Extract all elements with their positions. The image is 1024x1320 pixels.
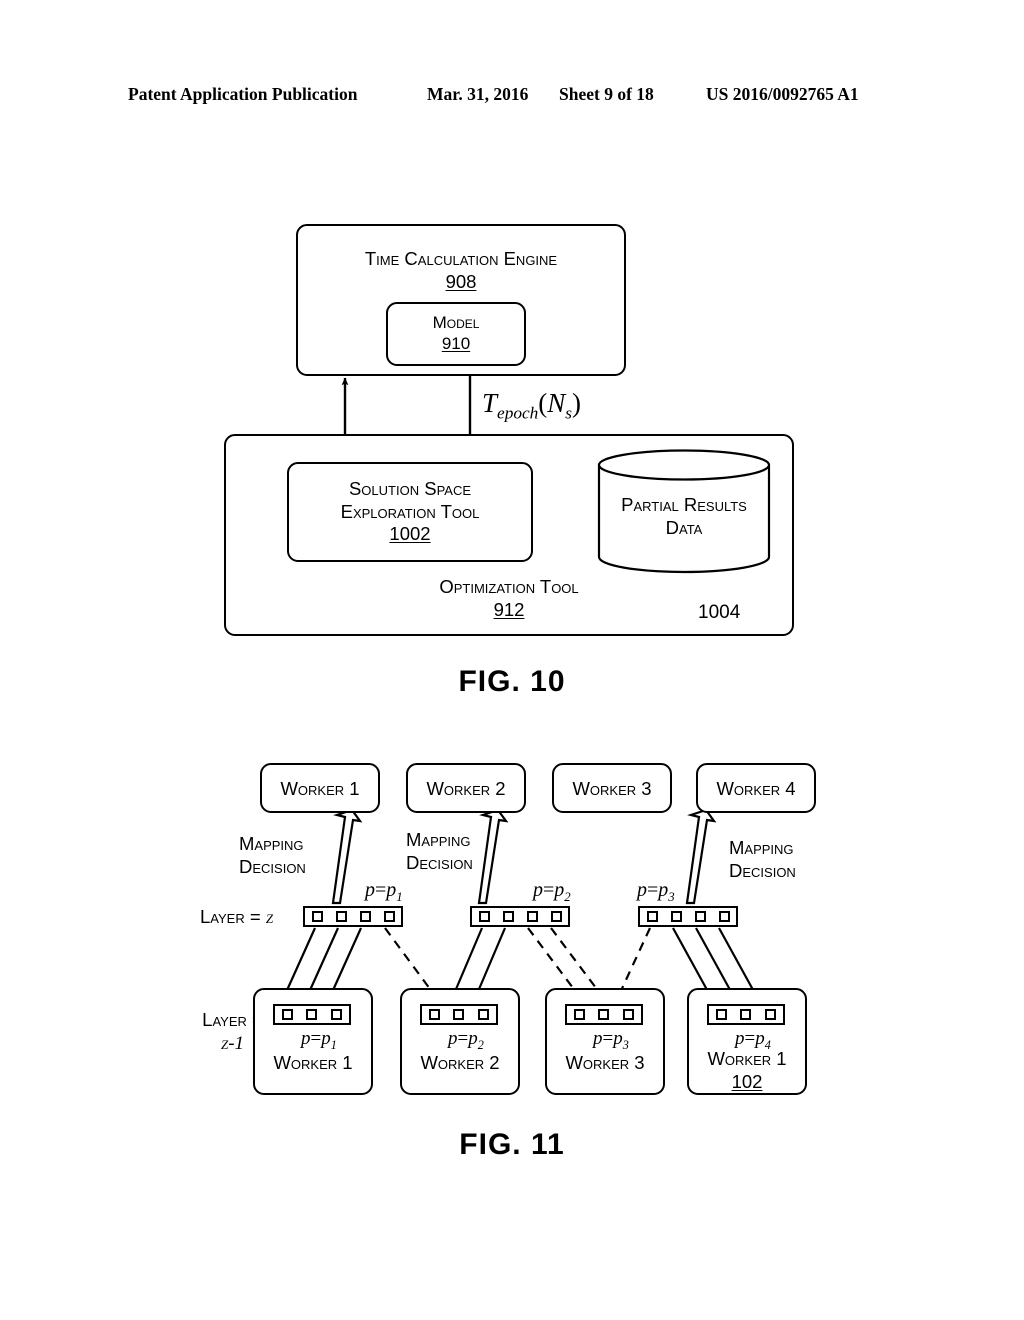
p-label-zm1-1: p=p1 [301, 1028, 337, 1052]
figure-11-caption: FIG. 11 [459, 1128, 565, 1161]
p-label-zm1-1-sub: 1 [330, 1037, 337, 1052]
layer-z-register-cell[interactable] [478, 911, 490, 922]
bottom-worker-register-cell[interactable] [281, 1009, 293, 1020]
p-label-zm1-2-sub: 2 [477, 1037, 484, 1052]
bottom-worker-register-bar-2[interactable] [420, 1004, 498, 1025]
bottom-worker-register-cell[interactable] [765, 1009, 777, 1020]
bottom-worker-register-cell[interactable] [740, 1009, 752, 1020]
bottom-worker-register-cell[interactable] [598, 1009, 610, 1020]
p-label-z-3-var: p [658, 879, 669, 901]
bottom-worker-ref-102: 102 [731, 1070, 763, 1092]
layer-z-register-cell[interactable] [359, 911, 371, 922]
layer-z-label-prefix: Layer = [200, 906, 261, 927]
bottom-worker-box-1[interactable]: p=p1 Worker 1 [253, 988, 373, 1095]
bottom-worker-label-4-text: Worker 1 [707, 1048, 787, 1069]
mapping-decision-label-2-line2: Decision [406, 852, 473, 874]
bottom-worker-register-cell[interactable] [453, 1009, 465, 1020]
layer-z-register-cell[interactable] [311, 911, 323, 922]
bottom-worker-register-cell[interactable] [428, 1009, 440, 1020]
layer-z-register-cell[interactable] [718, 911, 730, 922]
figure-11: Worker 1 Worker 2 Worker 3 Worker 4 Mapp… [0, 0, 1024, 1320]
p-label-z-1-base: p [365, 879, 375, 901]
bottom-worker-label-1: Worker 1 [273, 1052, 353, 1073]
bottom-worker-label-2: Worker 2 [420, 1052, 500, 1073]
mapping-decision-label-1: Mapping Decision [239, 832, 306, 878]
p-label-z-3-eq: = [647, 879, 659, 901]
bottom-worker-register-bar-3[interactable] [565, 1004, 643, 1025]
p-label-z-3-sub: 3 [668, 890, 675, 904]
layer-z-minus-1-label-value: z-1 [220, 1033, 245, 1055]
p-label-z-1-var: p [386, 879, 397, 901]
top-worker-box-2[interactable]: Worker 2 [406, 763, 526, 813]
layer-z-register-cell[interactable] [383, 911, 395, 922]
top-worker-box-4[interactable]: Worker 4 [696, 763, 816, 813]
p-label-z-3: p=p3 [637, 879, 675, 905]
mapping-decision-arrow-2 [477, 808, 509, 905]
top-worker-label-4: Worker 4 [716, 778, 796, 799]
mapping-decision-label-2-line1: Mapping [406, 829, 471, 850]
figure-11-connectors [277, 808, 764, 1009]
layer-z-register-cell[interactable] [550, 911, 562, 922]
p-label-z-1-sub: 1 [396, 890, 403, 904]
bottom-worker-register-bar-1[interactable] [273, 1004, 351, 1025]
layer-z-register-cell[interactable] [670, 911, 682, 922]
p-label-z-2-eq: = [543, 879, 555, 901]
layer-z-register-cell[interactable] [502, 911, 514, 922]
layer-z-register-cell[interactable] [335, 911, 347, 922]
p-label-z-3-base: p [637, 879, 647, 901]
layer-z-register-bar-3[interactable] [638, 906, 738, 927]
mapping-decision-label-1-line2: Decision [239, 856, 306, 878]
top-worker-box-3[interactable]: Worker 3 [552, 763, 672, 813]
layer-z-register-cell[interactable] [526, 911, 538, 922]
bottom-worker-register-cell[interactable] [715, 1009, 727, 1020]
mapping-decision-label-3: Mapping Decision [729, 836, 796, 882]
bottom-worker-box-2[interactable]: p=p2 Worker 2 [400, 988, 520, 1095]
p-label-z-2-var: p [554, 879, 565, 901]
layer-z-register-cell[interactable] [694, 911, 706, 922]
p-label-zm1-3: p=p3 [593, 1028, 629, 1052]
p-label-z-2: p=p2 [533, 879, 571, 905]
layer-z-register-cell[interactable] [646, 911, 658, 922]
top-worker-label-1: Worker 1 [280, 778, 360, 799]
top-worker-label-3: Worker 3 [572, 778, 652, 799]
p-label-z-1-eq: = [375, 879, 387, 901]
layer-z-register-bar-1[interactable] [303, 906, 403, 927]
mapping-decision-label-3-line2: Decision [729, 860, 796, 882]
top-worker-label-2: Worker 2 [426, 778, 506, 799]
bottom-worker-register-cell[interactable] [573, 1009, 585, 1020]
mapping-decision-arrow-1 [331, 808, 363, 905]
layer-z-label: Layer = z [200, 905, 273, 930]
p-label-z-2-sub: 2 [564, 890, 571, 904]
bottom-worker-register-bar-4[interactable] [707, 1004, 785, 1025]
bottom-worker-box-4[interactable]: p=p4 Worker 1 102 [687, 988, 807, 1095]
bottom-worker-label-3: Worker 3 [565, 1052, 645, 1073]
bottom-worker-box-3[interactable]: p=p3 Worker 3 [545, 988, 665, 1095]
p-label-z-1: p=p1 [365, 879, 403, 905]
bottom-worker-register-cell[interactable] [623, 1009, 635, 1020]
mapping-decision-arrow-3 [685, 808, 717, 905]
bottom-worker-register-cell[interactable] [478, 1009, 490, 1020]
p-label-zm1-2: p=p2 [448, 1028, 484, 1052]
layer-z-register-bar-2[interactable] [470, 906, 570, 927]
layer-z-label-value: z [265, 907, 274, 928]
mapping-decision-label-2: Mapping Decision [406, 828, 473, 874]
mapping-decision-label-3-line1: Mapping [729, 837, 794, 858]
mapping-decision-label-1-line1: Mapping [239, 833, 304, 854]
bottom-worker-register-cell[interactable] [331, 1009, 343, 1020]
bottom-worker-register-cell[interactable] [306, 1009, 318, 1020]
bottom-worker-label-4: Worker 1 102 [689, 1048, 805, 1093]
p-label-z-2-base: p [533, 879, 543, 901]
top-worker-box-1[interactable]: Worker 1 [260, 763, 380, 813]
p-label-zm1-3-sub: 3 [622, 1037, 629, 1052]
